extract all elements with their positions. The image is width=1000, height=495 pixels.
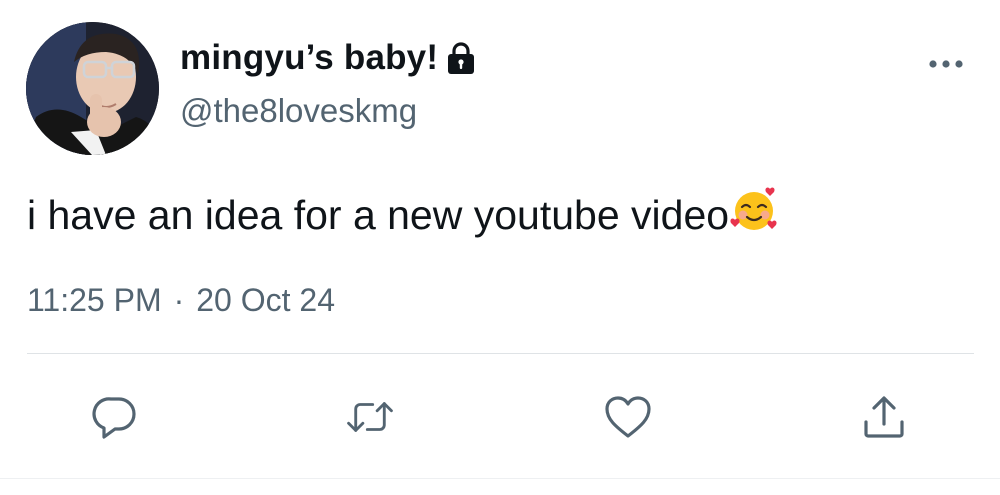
tweet-text: i have an idea for a new youtube video — [27, 191, 730, 238]
user-handle[interactable]: @the8loveskmg — [180, 92, 417, 130]
reply-button[interactable] — [90, 392, 140, 442]
tweet-body: i have an idea for a new youtube video — [27, 186, 778, 244]
avatar[interactable] — [26, 22, 159, 155]
divider — [27, 353, 974, 354]
bottom-divider — [0, 478, 1000, 479]
tweet-date: 20 Oct 24 — [196, 282, 335, 318]
more-horizontal-icon — [929, 60, 963, 68]
share-button[interactable] — [859, 392, 909, 442]
tweet-timestamp[interactable]: 11:25 PM · 20 Oct 24 — [27, 282, 335, 319]
lock-icon — [446, 41, 476, 75]
like-button[interactable] — [603, 392, 653, 442]
avatar-photo — [26, 22, 159, 155]
smiling-face-with-hearts-icon — [730, 186, 778, 244]
heart-icon — [605, 396, 651, 438]
reply-icon — [92, 397, 136, 439]
tweet-time: 11:25 PM — [27, 282, 162, 318]
display-name[interactable]: mingyu’s baby! — [180, 38, 438, 78]
retweet-button[interactable] — [345, 392, 395, 442]
more-options-button[interactable] — [924, 48, 968, 80]
timestamp-separator: · — [173, 282, 185, 318]
retweet-icon — [347, 402, 393, 432]
share-icon — [864, 396, 904, 438]
tweet-card: mingyu’s baby! @the8loveskmg i have an i… — [0, 0, 1000, 495]
user-name-row: mingyu’s baby! — [180, 34, 476, 82]
